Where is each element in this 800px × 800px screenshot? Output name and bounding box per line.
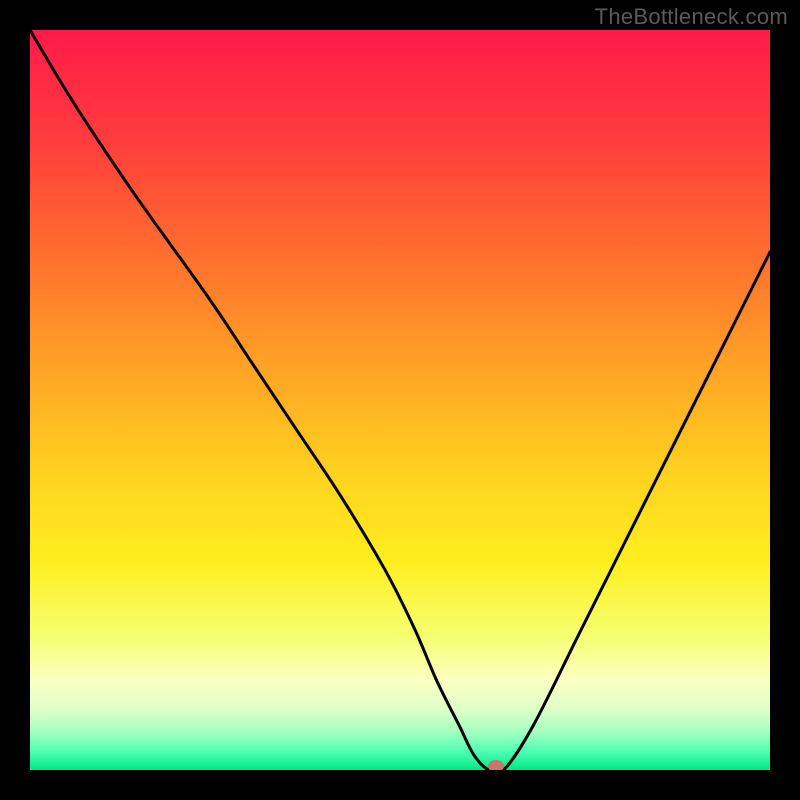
optimal-marker [488,760,504,770]
bottleneck-curve [30,30,770,770]
watermark-text: TheBottleneck.com [595,4,788,30]
plot-area [30,30,770,770]
curve-layer [30,30,770,770]
